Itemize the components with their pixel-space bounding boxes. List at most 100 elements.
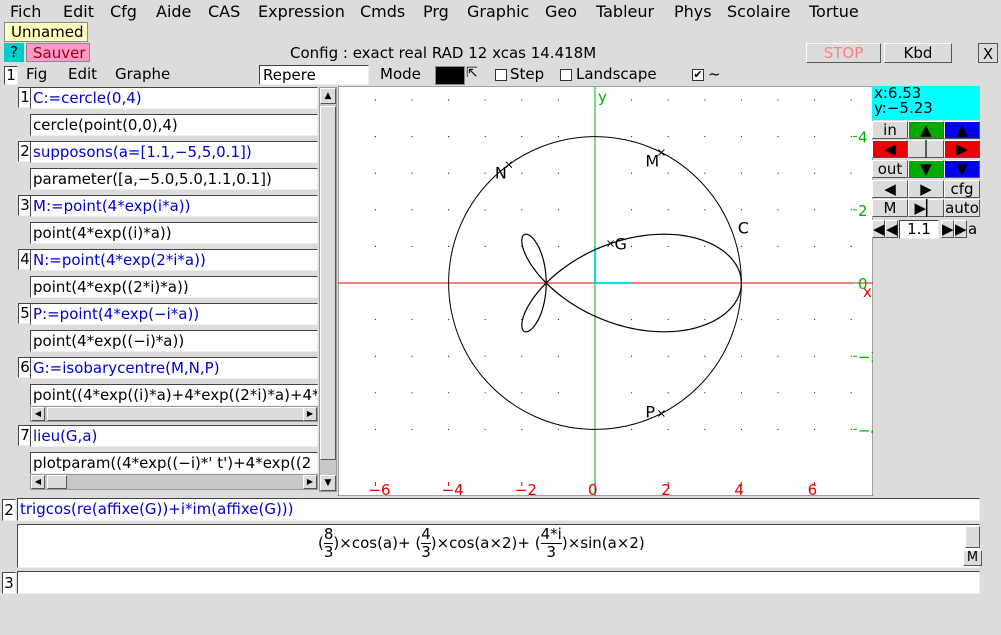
menu-scolaire[interactable]: Scolaire — [727, 2, 791, 21]
blue-down-arrow-icon[interactable]: ▼ — [944, 160, 980, 178]
math-mode-button[interactable]: M — [963, 550, 982, 566]
point-g-label: G — [615, 235, 627, 254]
command-input-2[interactable]: trigcos(re(affixe(G))+i*im(affixe(G))) — [17, 498, 980, 521]
geo-header: 1 Fig Edit Graphe Repere Mode ⇱ Step Lan… — [2, 64, 997, 86]
circle-c-label: C — [738, 219, 749, 238]
landscape-checkbox[interactable] — [560, 69, 572, 81]
param-name: a — [968, 220, 978, 238]
menu-fich[interactable]: Fich — [10, 2, 41, 21]
command-output: parameter([a,−5.0,5.0,1.1,0.1]) — [30, 168, 318, 190]
geo-menu-graphe[interactable]: Graphe — [115, 65, 170, 83]
scroll-thumb[interactable] — [47, 475, 67, 489]
level-number[interactable]: 1 — [4, 66, 18, 85]
blue-up-arrow-icon[interactable]: ▲ — [944, 121, 980, 139]
tilde-checkbox[interactable]: ✔ — [692, 69, 704, 81]
scroll-thumb[interactable] — [47, 407, 309, 421]
command-input[interactable]: N:=point(4*exp(2*i*a)) — [30, 249, 318, 271]
menu-edit[interactable]: Edit — [63, 2, 94, 21]
scroll-up-icon[interactable]: ▲ — [320, 88, 336, 104]
command-input[interactable]: G:=isobarycentre(M,N,P) — [30, 357, 318, 379]
config-label[interactable]: Config : exact real RAD 12 xcas 14.418M — [290, 44, 630, 62]
graph-background — [338, 86, 873, 496]
horizontal-scrollbar[interactable]: ◀ ▶ — [30, 474, 318, 490]
scroll-down-icon[interactable]: ▼ — [320, 475, 336, 491]
landscape-label: Landscape — [576, 65, 657, 83]
zoom-out-button[interactable]: out — [872, 160, 908, 178]
menu-cmds[interactable]: Cmds — [360, 2, 405, 21]
result-scroll-button[interactable] — [965, 526, 980, 548]
mode-button[interactable]: Mode — [380, 65, 421, 83]
level-2-number[interactable]: 2 — [2, 499, 16, 521]
param-value-field[interactable]: 1.1 — [899, 220, 939, 239]
step-label: Step — [510, 65, 545, 83]
config-button[interactable]: cfg — [944, 180, 980, 198]
color-swatch[interactable] — [435, 66, 465, 85]
center-button[interactable]: │ — [908, 140, 944, 158]
command-scrollbar[interactable]: ▲ ▼ — [319, 87, 337, 492]
cursor-mode-icon[interactable]: ⇱ — [466, 65, 492, 85]
menu-graphic[interactable]: Graphic — [467, 2, 529, 21]
coordinate-display: x:6.53 y:−5.23 — [872, 86, 980, 120]
green-down-arrow-icon[interactable]: ▼ — [908, 160, 944, 178]
rotate-left-icon[interactable]: ◀ — [872, 180, 908, 198]
level-3-number[interactable]: 3 — [2, 572, 16, 594]
param-next-icon[interactable]: ▶ — [941, 220, 954, 238]
point-m-label: M — [645, 152, 659, 171]
x-tick-label: 4 — [734, 481, 744, 496]
term-1: ×cos(a)+ — [339, 534, 411, 552]
command-output: point(4*exp((i)*a)) — [30, 222, 318, 244]
stop-button[interactable]: STOP — [806, 43, 881, 63]
x-tick-label: 6 — [808, 481, 818, 496]
command-input[interactable]: C:=cercle(0,4) — [30, 87, 318, 109]
help-button[interactable]: ? — [4, 43, 24, 62]
menu-expression[interactable]: Expression — [258, 2, 345, 21]
close-icon[interactable]: X — [978, 43, 998, 63]
command-input[interactable]: M:=point(4*exp(i*a)) — [30, 195, 318, 217]
auto-button[interactable]: auto — [944, 199, 980, 217]
menu-aide[interactable]: Aide — [156, 2, 191, 21]
param-last-icon[interactable]: ▶ — [954, 220, 967, 238]
command-output: point((4*exp((i)*a)+4*exp((2*i)*a)+4* — [30, 384, 318, 406]
repere-field[interactable]: Repere — [259, 65, 369, 85]
step-checkbox[interactable] — [495, 69, 507, 81]
green-up-arrow-icon[interactable]: ▲ — [908, 121, 944, 139]
play-icon[interactable]: ▶▏ — [908, 199, 944, 217]
geo-menu-fig[interactable]: Fig — [26, 65, 47, 83]
param-first-icon[interactable]: ◀ — [872, 220, 885, 238]
fraction-4i-3: (4*i 3) — [534, 525, 568, 561]
command-output: point(4*exp((−i)*a)) — [30, 330, 318, 352]
command-input-3[interactable] — [17, 571, 980, 594]
scroll-thumb[interactable] — [320, 106, 336, 460]
red-right-arrow-icon[interactable]: ▶ — [944, 140, 980, 158]
command-input[interactable]: P:=point(4*exp(−i*a)) — [30, 303, 318, 325]
menu-prg[interactable]: Prg — [423, 2, 449, 21]
scroll-right-icon[interactable]: ▶ — [303, 475, 317, 489]
scroll-right-icon[interactable]: ▶ — [303, 407, 317, 421]
geometry-graph[interactable]: MNPGCxy−6−4−20246420−2−4 — [338, 86, 873, 496]
menu-bar: Fich Edit Cfg Aide CAS Expression Cmds Prg Graph… — [0, 0, 1001, 22]
m-button[interactable]: M — [872, 199, 908, 217]
y-tick-label: 4 — [858, 129, 868, 147]
menu-phys[interactable]: Phys — [674, 2, 712, 21]
menu-tableur[interactable]: Tableur — [596, 2, 654, 21]
menu-tortue[interactable]: Tortue — [809, 2, 859, 21]
x-tick-label: 0 — [588, 481, 598, 496]
x-tick-label: 2 — [661, 481, 671, 496]
keyboard-button[interactable]: Kbd — [884, 43, 952, 63]
rotate-right-icon[interactable]: ▶ — [908, 180, 944, 198]
scroll-left-icon[interactable]: ◀ — [31, 407, 45, 421]
command-input[interactable]: supposons(a=[1.1,−5,5,0.1]) — [30, 141, 318, 163]
red-left-arrow-icon[interactable]: ◀ — [872, 140, 908, 158]
command-input[interactable]: lieu(G,a) — [30, 425, 318, 447]
zoom-in-button[interactable]: in — [872, 121, 908, 139]
save-button[interactable]: Sauver — [26, 43, 90, 62]
x-tick-label: −2 — [515, 481, 537, 496]
menu-cfg[interactable]: Cfg — [110, 2, 137, 21]
scroll-left-icon[interactable]: ◀ — [31, 475, 45, 489]
menu-cas[interactable]: CAS — [208, 2, 240, 21]
horizontal-scrollbar[interactable]: ◀ ▶ — [30, 406, 318, 422]
geo-menu-edit[interactable]: Edit — [68, 65, 97, 83]
menu-geo[interactable]: Geo — [545, 2, 577, 21]
session-tab[interactable]: Unnamed — [4, 22, 88, 42]
param-prev-icon[interactable]: ◀ — [885, 220, 898, 238]
